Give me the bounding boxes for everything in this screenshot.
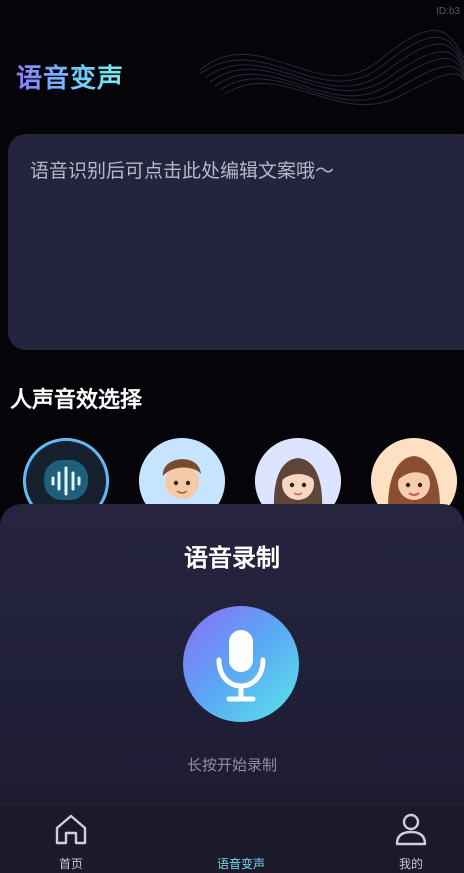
home-icon (55, 814, 87, 845)
bottom-tab-bar: 首页 语音变声 我的 (0, 804, 464, 873)
user-icon (395, 813, 427, 846)
tab-voice-change-label: 语音变声 (216, 857, 265, 871)
editor-placeholder: 语音识别后可点击此处编辑文案哦～ (30, 160, 335, 182)
tab-home[interactable]: 首页 (21, 805, 121, 873)
transcript-editor[interactable]: 语音识别后可点击此处编辑文案哦～ (8, 134, 464, 350)
page-title: 语音变声 (16, 58, 124, 95)
id-label: ID:b3 (436, 6, 460, 17)
tab-profile-label: 我的 (398, 857, 423, 871)
record-button[interactable] (183, 606, 299, 722)
record-sheet-title: 语音录制 (184, 544, 280, 572)
microphone-icon (216, 630, 266, 702)
record-sheet: 语音录制 长按开始录制 (0, 504, 464, 804)
tab-voice-change[interactable]: 语音变声 (191, 805, 291, 873)
voice-effects-list (0, 438, 464, 524)
voice-effects-title: 人声音效选择 (10, 388, 143, 413)
tab-profile[interactable]: 我的 (361, 805, 461, 873)
tab-home-label: 首页 (58, 857, 83, 871)
voice-wave-icon (230, 817, 252, 843)
record-hint: 长按开始录制 (186, 756, 277, 774)
